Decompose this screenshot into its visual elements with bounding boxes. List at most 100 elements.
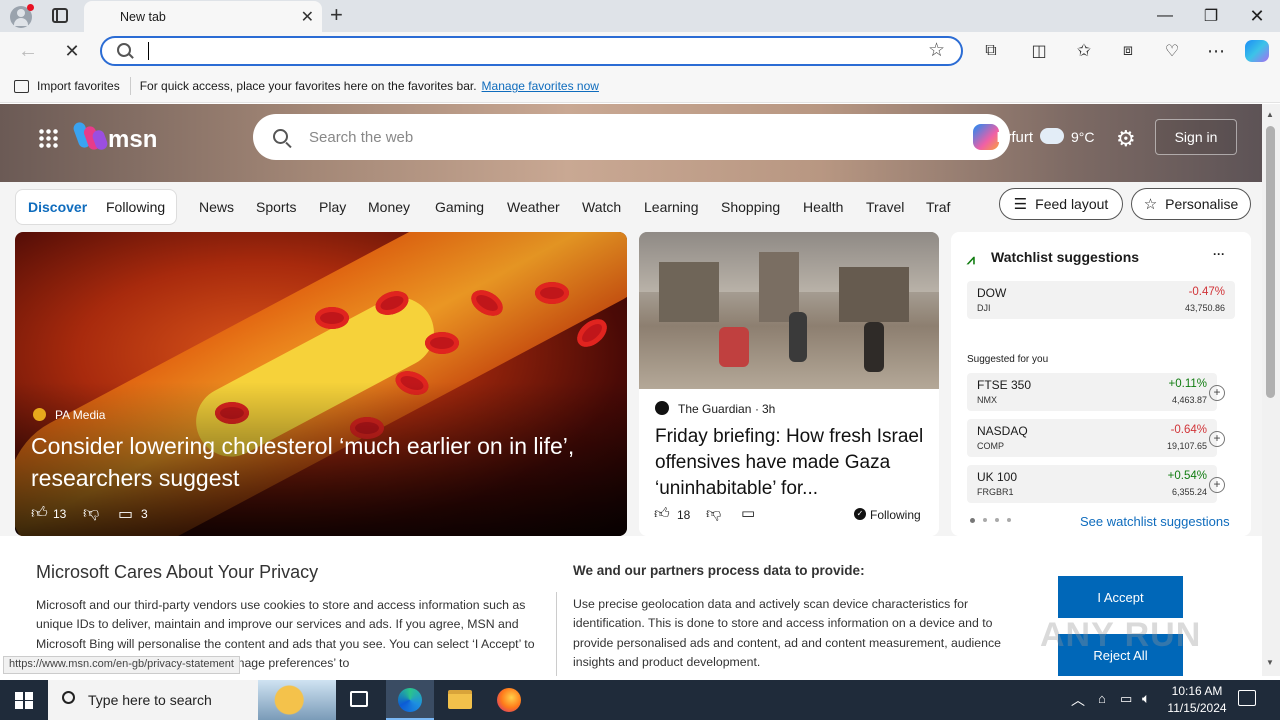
nav-travel[interactable]: Travel <box>866 199 904 215</box>
manage-favorites-link[interactable]: Manage favorites now <box>482 79 599 93</box>
temperature-label[interactable]: 9°C <box>1071 129 1095 145</box>
card1-source[interactable]: PA Media <box>55 408 105 422</box>
address-bar[interactable]: ☆ <box>100 36 963 66</box>
volume-icon[interactable]: 🔈︎ <box>1142 690 1150 707</box>
nav-weather[interactable]: Weather <box>507 199 560 215</box>
feed-nav: Discover Following News Sports Play Mone… <box>0 182 1262 234</box>
add-to-watchlist-icon[interactable]: + <box>1209 477 1225 493</box>
scroll-up-icon[interactable]: ▲ <box>1266 110 1274 119</box>
nav-sports[interactable]: Sports <box>256 199 296 215</box>
weather-cloud-icon[interactable] <box>1040 122 1064 144</box>
clock-date[interactable]: 11/15/2024 <box>1163 701 1231 715</box>
new-tab-button[interactable]: + <box>330 2 343 28</box>
task-view-icon[interactable] <box>350 691 368 707</box>
close-tab-icon[interactable]: ✕ <box>301 7 314 27</box>
minimize-button[interactable]: — <box>1142 0 1188 32</box>
close-window-button[interactable]: ✕ <box>1234 0 1280 32</box>
settings-more-icon[interactable]: ⋯ <box>1201 36 1231 66</box>
accept-button[interactable]: I Accept <box>1058 576 1183 618</box>
like-icon[interactable]: 👍︎ <box>31 504 48 523</box>
file-explorer-icon[interactable] <box>448 690 472 709</box>
msn-header: msn Search the web Erfurt 9°C ⚙ Sign in <box>0 104 1262 182</box>
watermark-logo: ANY RUN <box>1040 616 1202 654</box>
notifications-icon[interactable] <box>1238 690 1256 706</box>
card1-headline[interactable]: Consider lowering cholesterol ‘much earl… <box>31 430 601 494</box>
taskbar-search-input[interactable]: Type here to search <box>88 692 212 708</box>
extensions-icon[interactable]: ⧉ <box>976 36 1006 66</box>
add-to-watchlist-icon[interactable]: + <box>1209 385 1225 401</box>
hero-article-card[interactable]: PA Media Consider lowering cholesterol ‘… <box>15 232 627 536</box>
msn-logo-icon[interactable] <box>71 120 110 152</box>
import-favorites-icon[interactable] <box>14 79 29 93</box>
address-input[interactable] <box>148 42 848 60</box>
stock-row[interactable]: UK 100 FRGBR1 +0.54% 6,355.24 <box>967 465 1217 503</box>
personalise-button[interactable]: ☆ Personalise <box>1131 188 1251 220</box>
settings-gear-icon[interactable]: ⚙ <box>1116 126 1136 152</box>
nav-traffic[interactable]: Traf <box>926 199 950 215</box>
stop-loading-icon[interactable]: ✕ <box>57 36 87 66</box>
monitor-icon[interactable]: ▭ <box>1120 691 1132 707</box>
following-label[interactable]: Following <box>870 508 921 522</box>
add-to-watchlist-icon[interactable]: + <box>1209 431 1225 447</box>
stock-row[interactable]: NASDAQ COMP -0.64% 19,107.65 <box>967 419 1217 457</box>
nav-money[interactable]: Money <box>368 199 410 215</box>
browser-essentials-icon[interactable]: ♡ <box>1157 36 1187 66</box>
nav-learning[interactable]: Learning <box>644 199 699 215</box>
msn-search-input[interactable]: Search the web <box>309 129 413 146</box>
stock-trend-icon: ⩘ <box>967 251 975 267</box>
nav-gaming[interactable]: Gaming <box>435 199 484 215</box>
sign-in-button[interactable]: Sign in <box>1155 119 1237 155</box>
stock-change: +0.11% <box>1168 378 1207 390</box>
tab-actions-icon[interactable] <box>52 8 68 23</box>
nav-health[interactable]: Health <box>803 199 843 215</box>
split-screen-icon[interactable]: ◫ <box>1024 36 1054 66</box>
scroll-thumb[interactable] <box>1266 126 1275 398</box>
like-icon[interactable]: 👍︎ <box>654 505 670 523</box>
nav-watch[interactable]: Watch <box>582 199 621 215</box>
personalise-icon: ☆ <box>1143 196 1158 213</box>
watchlist-title[interactable]: Watchlist suggestions <box>991 249 1139 265</box>
tab-new-tab[interactable]: New tab ✕ <box>84 1 322 32</box>
card2-source[interactable]: The Guardian <box>678 402 751 416</box>
news-article-card[interactable]: The Guardian · 3h Friday briefing: How f… <box>639 232 939 536</box>
favorite-star-icon[interactable]: ☆ <box>928 39 945 62</box>
stock-value: 6,355.24 <box>1171 487 1207 497</box>
apps-grid-icon[interactable] <box>38 128 58 148</box>
page-scrollbar[interactable]: ▲ ▼ <box>1262 104 1280 676</box>
location-label[interactable]: Erfurt <box>975 129 1033 146</box>
stock-name: UK 100 <box>977 470 1018 484</box>
edge-taskbar-icon[interactable] <box>386 680 434 720</box>
firefox-icon[interactable] <box>497 688 521 712</box>
import-favorites-button[interactable]: Import favorites <box>37 79 120 93</box>
dislike-icon[interactable]: 👎︎ <box>706 505 721 523</box>
stock-row[interactable]: FTSE 350 NMX +0.11% 4,463.87 <box>967 373 1217 411</box>
collections-icon[interactable]: ⧈ <box>1113 36 1143 66</box>
comments-off-icon[interactable]: ▭ <box>741 504 755 522</box>
windows-start-icon[interactable] <box>15 692 33 709</box>
copilot-icon[interactable] <box>1245 40 1269 62</box>
taskbar-search-box[interactable]: Type here to search <box>48 680 336 720</box>
msn-search-box[interactable]: Search the web <box>253 114 1010 160</box>
restore-button[interactable]: ❐ <box>1188 0 1234 32</box>
card2-headline[interactable]: Friday briefing: How fresh Israel offens… <box>655 424 927 502</box>
profile-icon[interactable] <box>10 4 34 28</box>
stock-row-dow[interactable]: DOW DJI -0.47% 43,750.86 <box>967 281 1235 319</box>
back-icon[interactable]: ← <box>13 36 43 66</box>
see-watchlist-link[interactable]: See watchlist suggestions <box>1080 514 1230 529</box>
watchlist-card: ⩘ Watchlist suggestions ··· DOW DJI -0.4… <box>951 232 1251 536</box>
feed-layout-button[interactable]: ☰ Feed layout <box>999 188 1123 220</box>
dislike-icon[interactable]: 👎︎ <box>83 504 99 523</box>
watchlist-more-icon[interactable]: ··· <box>1213 247 1225 261</box>
favorites-icon[interactable]: ✩ <box>1069 36 1099 66</box>
show-hidden-icons[interactable]: ︿ <box>1071 690 1085 710</box>
comment-icon[interactable]: ▭ <box>118 504 133 524</box>
carousel-dots[interactable] <box>970 518 1014 524</box>
nav-shopping[interactable]: Shopping <box>721 199 780 215</box>
nav-play[interactable]: Play <box>319 199 346 215</box>
tab-discover[interactable]: Discover <box>28 199 87 215</box>
tab-following[interactable]: Following <box>106 199 165 215</box>
clock-time[interactable]: 10:16 AM <box>1169 684 1225 698</box>
scroll-down-icon[interactable]: ▼ <box>1266 658 1274 667</box>
nav-news[interactable]: News <box>199 199 234 215</box>
network-icon[interactable]: ⌂ <box>1098 691 1106 706</box>
